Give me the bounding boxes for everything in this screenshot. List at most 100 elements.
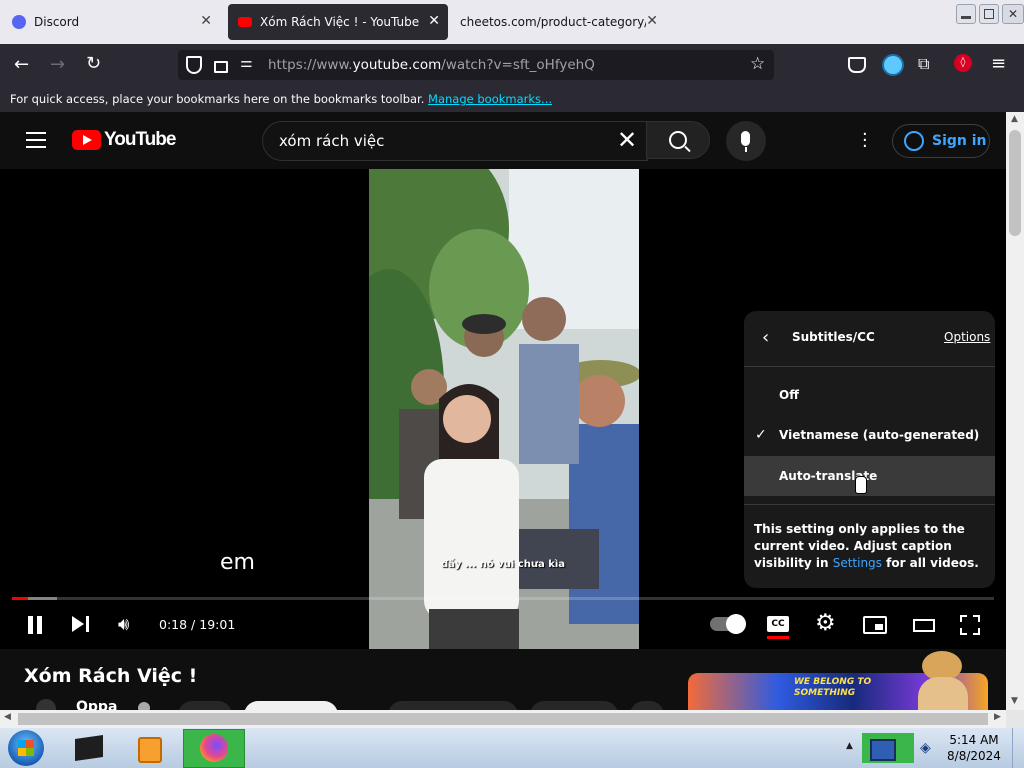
miniplayer-icon [875,624,883,630]
subtitle-option-off[interactable]: Off [744,375,995,415]
subtitles-settings-menu: ‹ Subtitles/CC Options Off ✓ Vietnamese … [744,311,995,588]
time-total: 19:01 [199,617,236,632]
bookmark-star-icon[interactable]: ☆ [750,54,765,74]
shield-icon[interactable] [186,56,202,74]
menu-divider [744,504,995,505]
scroll-corner [1006,710,1024,728]
scroll-right-icon[interactable]: ▶ [994,712,1001,722]
fullscreen-icon-corner [973,628,980,635]
forward-icon[interactable]: → [50,54,65,75]
scroll-down-icon[interactable]: ▼ [1011,696,1018,706]
h-scroll-thumb[interactable] [18,713,988,725]
scroll-left-icon[interactable]: ◀ [4,712,11,722]
fullscreen-button[interactable] [960,615,980,635]
video-frame[interactable]: đấy ... nó vui chưa kìa [369,169,639,649]
taskbar-app-firefox[interactable] [183,729,245,768]
search-box[interactable]: xóm rách việc ✕ [262,121,648,161]
horizontal-scrollbar[interactable]: ◀ ▶ [0,710,1006,728]
url-text[interactable]: https://www.youtube.com/watch?v=sft_oHfy… [268,57,595,73]
settings-button[interactable]: ⚙ [815,610,836,636]
clear-search-icon[interactable]: ✕ [617,126,637,154]
minimize-button[interactable] [956,4,976,24]
menu-icon[interactable]: ≡ [991,53,1006,74]
volume-icon: 🔊︎ [118,614,130,635]
media-player-icon [138,737,162,763]
url-path: /watch?v=sft_oHfyehQ [441,57,595,73]
youtube-logo-text: YouTube [104,129,176,150]
fullscreen-icon [960,615,967,622]
url-bar[interactable]: ⚌ https://www.youtube.com/watch?v=sft_oH… [178,50,774,80]
extensions-icon[interactable]: ⧉ [918,54,929,74]
profile-icon[interactable] [882,54,904,76]
close-icon[interactable]: ✕ [428,13,440,29]
url-prefix: https://www. [268,57,353,73]
tab-youtube[interactable]: Xóm Rách Việc ! - YouTube ✕ [228,4,448,40]
fullscreen-icon-corner [973,615,980,622]
back-icon[interactable]: ← [14,54,29,75]
autoplay-toggle[interactable] [710,614,746,634]
account-icon [904,131,924,151]
sign-in-button[interactable]: Sign in [892,124,990,158]
scroll-thumb[interactable] [1009,130,1021,236]
manage-bookmarks-link[interactable]: Manage bookmarks... [428,92,552,106]
option-label: Off [779,388,799,402]
close-window-button[interactable]: ✕ [1002,4,1024,24]
youtube-icon [238,17,252,27]
next-button[interactable] [72,616,92,634]
search-button[interactable] [646,121,710,159]
tab-cheetos[interactable]: cheetos.com/product-category/ma ✕ [452,4,666,40]
tray-app-icon[interactable] [862,733,914,763]
restore-button[interactable] [979,4,999,24]
cc-icon: CC [771,619,785,629]
taskbar-app-terminal[interactable] [72,733,106,763]
youtube-logo[interactable]: YouTube [72,129,176,151]
windows-logo-icon [18,740,34,756]
taskbar-app-media-player[interactable] [134,733,168,763]
time-separator: / [187,617,200,632]
video-info: Xóm Rách Việc ! Oppa WE BELONG TO SOMETH… [0,649,1006,715]
youtube-play-logo-icon [72,130,101,150]
pocket-icon[interactable] [848,57,866,73]
search-icon-handle [684,145,691,153]
url-domain: youtube.com [352,57,442,73]
back-chevron-icon[interactable]: ‹ [762,327,769,348]
reload-icon[interactable]: ↻ [86,53,101,74]
show-desktop-button[interactable] [1012,728,1024,768]
theater-mode-button[interactable] [913,619,935,632]
gear-icon: ⚙ [815,610,836,636]
doge-sticker [912,649,978,710]
volume-tray-icon[interactable]: ◈ [920,740,931,756]
clock-time: 5:14 AM [949,733,999,747]
tab-strip: Discord ✕ Xóm Rách Việc ! - YouTube ✕ ch… [0,0,1024,44]
progress-bar[interactable] [12,597,994,600]
sign-in-label: Sign in [932,133,987,149]
miniplayer-button[interactable] [863,616,887,634]
permissions-icon[interactable]: ⚌ [240,55,253,71]
taskbar: ▲ ◈ 5:14 AM 8/8/2024 [0,728,1024,768]
captions-button[interactable]: CC [767,616,789,632]
settings-link[interactable]: Settings [833,556,882,570]
subtitle-option-auto-translate[interactable]: Auto-translate [744,456,995,496]
hamburger-menu-icon[interactable] [26,132,46,148]
options-link[interactable]: Options [944,330,990,344]
search-input[interactable]: xóm rách việc [279,132,384,150]
start-button[interactable] [8,730,44,766]
vertical-scrollbar[interactable]: ▲ ▼ [1006,112,1024,710]
kebab-menu-icon[interactable]: · · · [862,126,868,156]
hand-cursor-icon [855,476,867,494]
lock-icon[interactable] [214,61,228,73]
scroll-up-icon[interactable]: ▲ [1011,114,1018,124]
subtitle-option-vietnamese[interactable]: ✓ Vietnamese (auto-generated) [744,415,995,455]
show-hidden-icons[interactable]: ▲ [846,741,853,751]
pause-button[interactable] [26,616,46,634]
extension-badge-icon[interactable]: ◊ [954,54,972,72]
mute-button[interactable]: 🔊︎ [118,614,129,635]
network-icon [870,739,896,761]
close-icon[interactable]: ✕ [646,13,658,29]
close-icon[interactable]: ✕ [200,13,212,29]
clock[interactable]: 5:14 AM 8/8/2024 [944,732,1004,764]
bookmarks-toolbar: For quick access, place your bookmarks h… [0,86,1024,112]
tab-discord[interactable]: Discord ✕ [4,4,220,40]
firefox-icon [200,734,228,762]
voice-search-button[interactable] [726,121,766,161]
